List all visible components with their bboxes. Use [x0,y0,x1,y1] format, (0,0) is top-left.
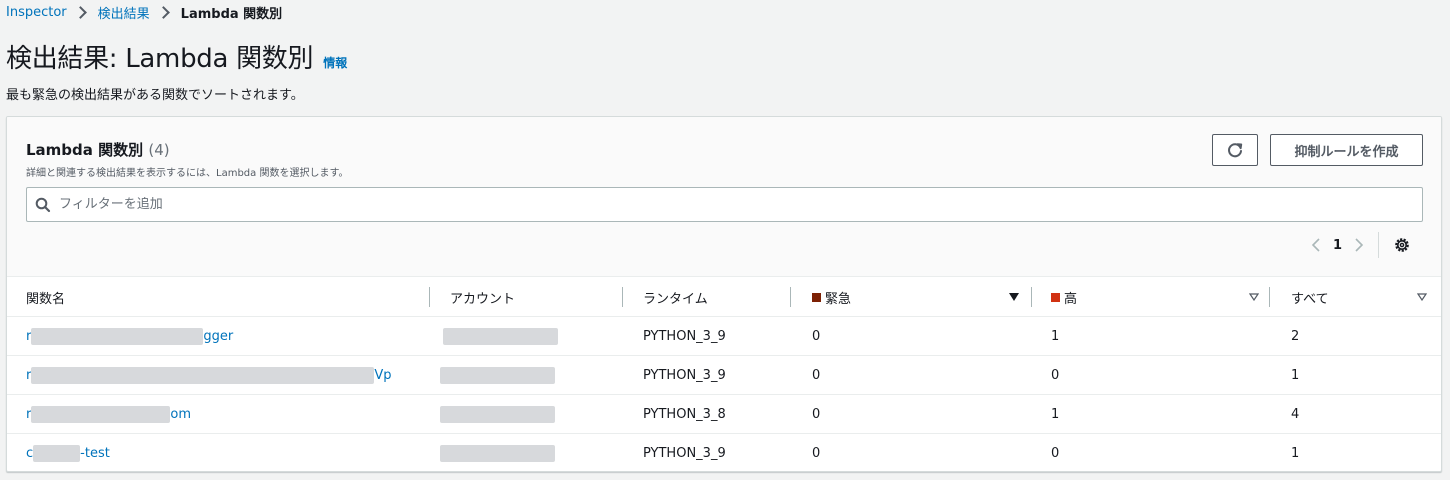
table-row: r gger PYTHON_3_9 0 1 2 [7,316,1441,355]
high-severity-icon [1051,292,1060,302]
chevron-right-icon [1355,238,1364,252]
page-header: 検出結果: Lambda 関数別 情報 [6,38,347,75]
column-label: アカウント [450,291,516,307]
all-count-cell: 2 [1291,329,1300,344]
redacted-account [440,367,555,384]
filter-bar [26,187,1423,222]
critical-severity-icon [812,292,821,302]
breadcrumb-current: Lambda 関数別 [180,6,283,22]
column-account[interactable]: アカウント [450,277,515,317]
column-divider[interactable] [790,287,791,307]
breadcrumb: Inspector 検出結果 Lambda 関数別 [6,2,282,22]
table-row: r Vp PYTHON_3_9 0 0 1 [7,355,1441,394]
preferences-button[interactable] [1391,234,1413,256]
breadcrumb-inspector[interactable]: Inspector [6,5,67,20]
account-cell [443,317,558,356]
page-number[interactable]: 1 [1333,238,1342,253]
pager-divider [1378,232,1380,258]
critical-count-cell: 0 [812,407,821,422]
function-name-end: gger [203,329,234,344]
gear-icon [1395,238,1409,252]
function-name-start: c [26,446,34,461]
account-cell [440,395,555,434]
function-name-link[interactable]: r om [26,395,191,434]
pagination: 1 [1305,232,1413,258]
redacted-account [443,328,558,345]
functions-panel: Lambda 関数別 (4) 詳細と関連する検出結果を表示するには、Lambda… [6,116,1442,472]
column-runtime[interactable]: ランタイム [643,277,708,317]
account-cell [440,434,555,471]
refresh-icon [1228,143,1243,158]
column-all[interactable]: すべて [1291,277,1427,317]
all-count-cell: 1 [1291,368,1300,383]
column-label: 高 [1064,291,1078,307]
redacted-name [31,367,375,384]
column-label: すべて [1291,291,1329,307]
redacted-account [440,445,555,462]
critical-count-cell: 0 [812,446,821,461]
column-high[interactable]: 高 [1051,277,1259,317]
redacted-name [31,406,171,423]
panel-title-text: Lambda 関数別 [26,141,144,159]
filter-input[interactable] [59,197,1359,212]
function-name-end: Vp [374,368,392,383]
high-count-cell: 1 [1051,407,1060,422]
account-cell [440,356,555,395]
column-divider[interactable] [429,287,430,307]
high-count-cell: 0 [1051,446,1060,461]
runtime-cell: PYTHON_3_9 [643,368,726,383]
refresh-button[interactable] [1212,134,1258,166]
previous-page-button[interactable] [1305,234,1327,256]
chevron-right-icon [73,5,87,19]
table-row: r om PYTHON_3_8 0 1 4 [7,394,1441,433]
panel-title: Lambda 関数別 (4) [26,139,170,160]
column-divider[interactable] [622,287,623,307]
panel-count: (4) [148,141,170,159]
column-divider[interactable] [1031,287,1032,307]
column-label: ランタイム [643,291,708,307]
create-suppression-rule-button[interactable]: 抑制ルールを作成 [1270,134,1423,166]
page-description: 最も緊急の検出結果がある関数でソートされます。 [6,88,304,103]
table-row: c -test PYTHON_3_9 0 0 1 [7,433,1441,471]
redacted-name [33,445,81,462]
breadcrumb-findings[interactable]: 検出結果 [98,3,150,22]
column-label: 緊急 [825,291,852,307]
function-name-link[interactable]: r gger [26,317,233,356]
function-name-end: om [170,407,191,422]
redacted-name [31,328,204,345]
sort-descending-icon [1009,293,1019,301]
function-name-end: -test [80,446,110,461]
column-divider[interactable] [1269,287,1270,307]
sort-icon [1417,293,1427,301]
search-icon [35,197,51,212]
function-name-link[interactable]: c -test [26,434,110,471]
panel-description: 詳細と関連する検出結果を表示するには、Lambda 関数を選択します。 [26,168,349,179]
critical-count-cell: 0 [812,368,821,383]
critical-count-cell: 0 [812,329,821,344]
all-count-cell: 1 [1291,446,1300,461]
column-function-name[interactable]: 関数名 [26,277,65,317]
panel-header: Lambda 関数別 (4) 詳細と関連する検出結果を表示するには、Lambda… [7,117,1441,277]
runtime-cell: PYTHON_3_9 [643,446,726,461]
function-name-link[interactable]: r Vp [26,356,392,395]
column-label: 関数名 [26,291,66,307]
redacted-account [440,406,555,423]
next-page-button[interactable] [1348,234,1370,256]
runtime-cell: PYTHON_3_8 [643,407,726,422]
runtime-cell: PYTHON_3_9 [643,329,726,344]
info-link[interactable]: 情報 [323,54,347,71]
high-count-cell: 1 [1051,329,1060,344]
high-count-cell: 0 [1051,368,1060,383]
column-critical[interactable]: 緊急 [812,277,1019,317]
all-count-cell: 4 [1291,407,1300,422]
chevron-left-icon [1311,238,1320,252]
chevron-right-icon [156,5,170,19]
sort-icon [1249,293,1259,301]
page-title: 検出結果: Lambda 関数別 [6,44,314,74]
